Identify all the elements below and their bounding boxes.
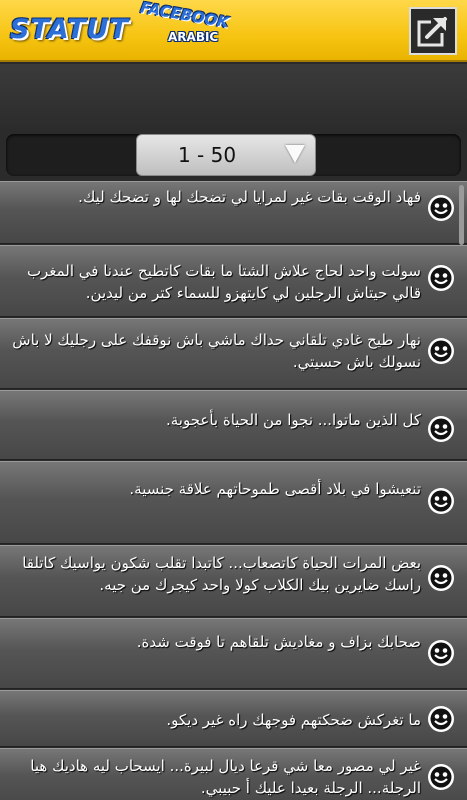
status-text: سولت واحد لحاج علاش الشتا ما بقات كاتطيح… — [26, 262, 421, 302]
status-item[interactable]: سولت واحد لحاج علاش الشتا ما بقات كاتطيح… — [0, 245, 467, 317]
smiley-icon — [428, 565, 454, 591]
page-range-label: 1 - 50 — [177, 143, 237, 167]
status-text: بعض المرات الحياة كاتصعاب... كاتبدا تقلب… — [22, 554, 421, 594]
status-item[interactable]: نهار طيح غادي تلقاني حداك ماشي باش نوقفك… — [0, 318, 467, 389]
page-range-selector[interactable]: 1 - 50 — [136, 134, 316, 176]
smiley-icon — [428, 488, 454, 514]
status-item[interactable]: فهاد الوقت بقات غير لمرايا لي تضحك لها و… — [0, 181, 467, 244]
list-scrollbar[interactable] — [459, 185, 464, 245]
smiley-icon — [428, 764, 454, 790]
smiley-icon — [428, 265, 454, 291]
status-list: فهاد الوقت بقات غير لمرايا لي تضحك لها و… — [0, 181, 467, 800]
status-item[interactable]: صحابك بزاف و مغاديش تلقاهم تا فوقت شدة. — [0, 618, 467, 689]
status-text: كل الذين ماتوا... نجوا من الحياة بأعجوبة… — [165, 411, 421, 429]
status-text: غير لي مصور معا شي قرعا ديال لبيرة... اي… — [30, 757, 421, 797]
share-out-icon — [417, 15, 449, 47]
status-text: تنعيشوا في بلاد أقصى طموحاتهم علاقة جنسي… — [129, 480, 421, 498]
logo-title: STATUT — [10, 14, 129, 45]
smiley-icon — [428, 706, 454, 732]
status-text: نهار طيح غادي تلقاني حداك ماشي باش نوقفك… — [12, 331, 421, 371]
app-header: STATUT FACEBOOK ARABIC — [0, 0, 467, 62]
share-button[interactable] — [409, 7, 457, 55]
status-text: صحابك بزاف و مغاديش تلقاهم تا فوقت شدة. — [136, 633, 421, 651]
status-item[interactable]: كل الذين ماتوا... نجوا من الحياة بأعجوبة… — [0, 390, 467, 460]
status-item[interactable]: بعض المرات الحياة كاتصعاب... كاتبدا تقلب… — [0, 545, 467, 617]
status-text: فهاد الوقت بقات غير لمرايا لي تضحك لها و… — [78, 188, 421, 206]
smiley-icon — [428, 195, 454, 221]
smiley-icon — [428, 338, 454, 364]
status-item[interactable]: غير لي مصور معا شي قرعا ديال لبيرة... اي… — [0, 748, 467, 800]
logo-arabic: ARABIC — [168, 30, 219, 44]
smiley-icon — [428, 640, 454, 666]
dropdown-triangle-icon — [285, 145, 305, 163]
status-item[interactable]: تنعيشوا في بلاد أقصى طموحاتهم علاقة جنسي… — [0, 461, 467, 544]
smiley-icon — [428, 416, 454, 442]
status-text: ما تغركش ضحكتهم فوجهك راه غير ديكو. — [166, 711, 421, 729]
toolbar-area — [0, 64, 467, 128]
logo-facebook: FACEBOOK — [139, 0, 231, 32]
status-item[interactable]: ما تغركش ضحكتهم فوجهك راه غير ديكو. — [0, 690, 467, 747]
